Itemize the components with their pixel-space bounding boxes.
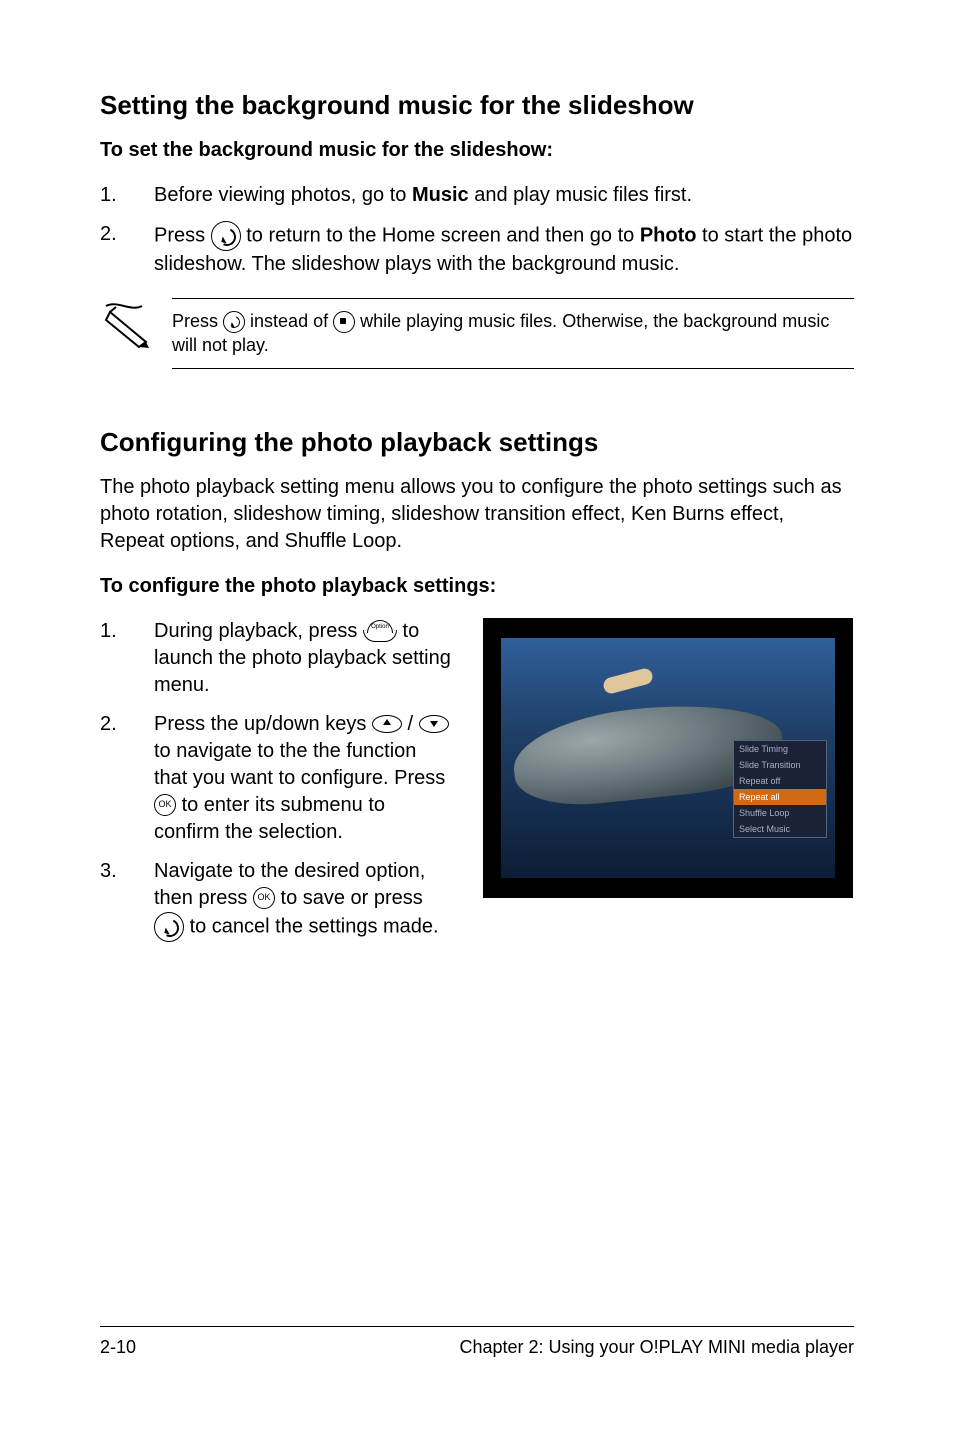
step-body: Navigate to the desired option, then pre… (154, 858, 455, 942)
step-number: 2. (100, 221, 154, 278)
menu-item: Select Music (734, 821, 826, 837)
return-icon (223, 311, 245, 333)
step-body: Press the up/down keys / to navigate to … (154, 711, 455, 846)
up-key-icon (372, 715, 402, 733)
step-number: 1. (100, 182, 154, 209)
ok-icon: OK (253, 887, 275, 909)
menu-item: Slide Timing (734, 741, 826, 757)
list-item: 3. Navigate to the desired option, then … (100, 858, 455, 942)
section2-steps: 1. During playback, press Option to laun… (100, 618, 455, 942)
section1-lead: To set the background music for the slid… (100, 137, 854, 164)
list-item: 1. During playback, press Option to laun… (100, 618, 455, 699)
section1-steps: 1. Before viewing photos, go to Music an… (100, 182, 854, 278)
note-box: Press instead of while playing music fil… (100, 298, 854, 369)
section2-intro: The photo playback setting menu allows y… (100, 474, 854, 555)
menu-item: Repeat off (734, 773, 826, 789)
down-key-icon (419, 715, 449, 733)
menu-item: Shuffle Loop (734, 805, 826, 821)
step-number: 2. (100, 711, 154, 846)
settings-screenshot: Slide Timing Slide Transition Repeat off… (483, 618, 853, 898)
return-icon (154, 912, 184, 942)
section2-heading: Configuring the photo playback settings (100, 427, 854, 458)
step-body: During playback, press Option to launch … (154, 618, 455, 699)
chapter-label: Chapter 2: Using your O!PLAY MINI media … (459, 1337, 854, 1358)
menu-item: Slide Transition (734, 757, 826, 773)
note-text: Press instead of while playing music fil… (172, 298, 854, 369)
page-number: 2-10 (100, 1337, 136, 1358)
ok-icon: OK (154, 794, 176, 816)
option-icon: Option (363, 620, 397, 642)
section1-heading: Setting the background music for the sli… (100, 90, 854, 121)
list-item: 2. Press to return to the Home screen an… (100, 221, 854, 278)
playback-settings-menu: Slide Timing Slide Transition Repeat off… (733, 740, 827, 838)
step-body: Press to return to the Home screen and t… (154, 221, 854, 278)
page-footer: 2-10 Chapter 2: Using your O!PLAY MINI m… (100, 1326, 854, 1358)
list-item: 1. Before viewing photos, go to Music an… (100, 182, 854, 209)
step-number: 1. (100, 618, 154, 699)
list-item: 2. Press the up/down keys / to navigate … (100, 711, 455, 846)
step-number: 3. (100, 858, 154, 942)
pencil-icon (100, 298, 152, 350)
step-body: Before viewing photos, go to Music and p… (154, 182, 854, 209)
section2-lead: To configure the photo playback settings… (100, 573, 854, 600)
stop-icon (333, 311, 355, 333)
return-icon (211, 221, 241, 251)
menu-item-selected: Repeat all (734, 789, 826, 805)
